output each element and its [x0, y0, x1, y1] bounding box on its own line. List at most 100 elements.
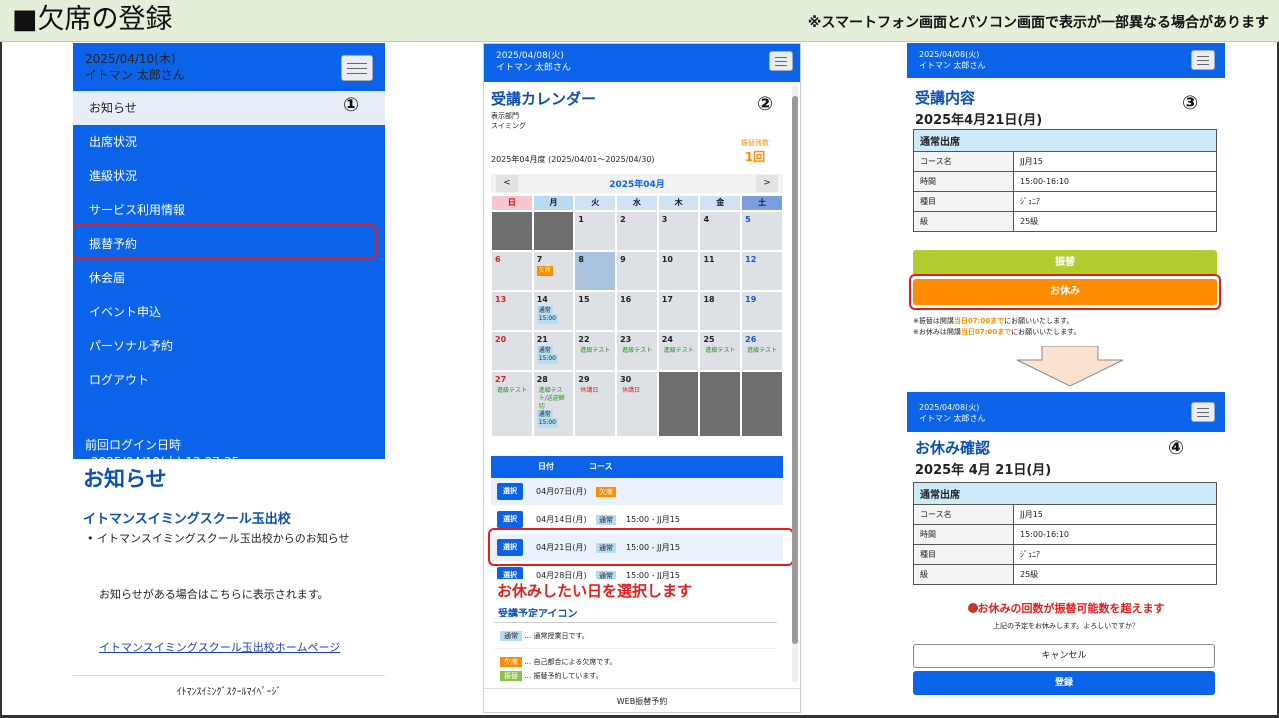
calendar-day[interactable]: 21 通常 15:00 [532, 331, 575, 371]
mypage-screen: 2025/04/10(木) イトマン 太郎さん お知らせ 出席状況 進級状況 サ… [73, 43, 385, 709]
news-title: お知らせ [83, 467, 167, 491]
day-number: 12 [745, 255, 757, 264]
header-user: イトマン 太郎さん [919, 61, 986, 70]
calendar-day[interactable]: 15 [574, 291, 617, 331]
calendar-day[interactable]: 20 [491, 331, 533, 371]
calendar-day[interactable]: 25 進級テスト [699, 331, 742, 371]
last-login-label: 前回ログイン日時 [85, 438, 182, 452]
calendar-day[interactable]: 27 進級テスト [491, 371, 533, 437]
register-button[interactable]: 登録 [913, 671, 1215, 695]
hamburger-menu-button[interactable] [769, 51, 793, 71]
menu-item-attendance[interactable]: 出席状況 [73, 125, 385, 159]
calendar-grid: 日月火水木金土 1 2 3 4 5 6 7 欠席 8 9 10 11 12 13 14 通常 15:00 15 16 1… [491, 195, 783, 437]
header: 2025/04/10(木) イトマン 太郎さん [73, 43, 385, 91]
menu-item-leave[interactable]: 休会届 [73, 261, 385, 295]
day-number: 21 [536, 335, 548, 344]
calendar-day[interactable]: 24 進級テスト [657, 331, 700, 371]
calendar-day[interactable]: 2 [616, 211, 658, 251]
header-date: 2025/04/10(木) [85, 52, 176, 66]
calendar-day [657, 371, 700, 437]
day-number: 27 [495, 375, 507, 384]
menu-item-logout[interactable]: ログアウト [73, 363, 385, 397]
transfer-button[interactable]: 振替 [913, 250, 1217, 276]
highlight-rest [909, 274, 1221, 310]
period: 2025年04月度 (2025/04/01～2025/04/30) [491, 155, 655, 164]
scrollbar[interactable] [792, 86, 798, 682]
calendar-day[interactable]: 28 進級テス ト/送迎締切通常 15:00 [532, 371, 575, 437]
calendar-day[interactable]: 22 進級テスト [574, 331, 617, 371]
menu-item-progress[interactable]: 進級状況 [73, 159, 385, 193]
title-bar: ■欠席の登録 ※スマートフォン画面とパソコン画面で表示が一部異なる場合があります [0, 0, 1279, 42]
calendar-day[interactable]: 7 欠席 [532, 251, 575, 291]
next-month-button[interactable]: > [756, 175, 778, 192]
menu-item-service[interactable]: サービス利用情報 [73, 193, 385, 227]
calendar-day[interactable]: 19 [741, 291, 783, 331]
calendar-day[interactable]: 3 [657, 211, 700, 251]
hamburger-menu-button[interactable] [1191, 402, 1215, 422]
calendar-day[interactable]: 12 [741, 251, 783, 291]
day-number: 19 [745, 295, 757, 304]
calendar-day[interactable]: 8 [574, 251, 617, 291]
header-user: イトマン 太郎さん [919, 414, 986, 423]
calendar-day [741, 371, 783, 437]
homepage-link[interactable]: イトマンスイミングスクール玉出校ホームページ [99, 639, 340, 655]
calendar-day[interactable]: 5 [741, 211, 783, 251]
calendar-day[interactable]: 18 [699, 291, 742, 331]
calendar-title: 受講カレンダー [491, 90, 597, 108]
calendar-day[interactable]: 11 [699, 251, 742, 291]
school-name: イトマンスイミングスクール玉出校 [83, 512, 291, 527]
calendar-day[interactable]: 23 進級テスト [616, 331, 658, 371]
menu-item-event[interactable]: イベント申込 [73, 295, 385, 329]
weekday-header: 木 [657, 195, 700, 211]
calendar-day[interactable]: 16 [616, 291, 658, 331]
menu-item-news[interactable]: お知らせ [73, 91, 385, 125]
icons-title: 受講予定アイコン [498, 609, 578, 617]
day-number: 23 [620, 335, 632, 344]
detail-title: 受講内容 [915, 89, 976, 107]
lesson-table: 通常出席 コース名 JJ月15 時間 15:00-16:10 種目 ｼﾞｭﾆｱ 級 25… [913, 482, 1217, 585]
hamburger-menu-button[interactable] [1191, 50, 1215, 70]
legend-transfer-badge: 振替 [500, 671, 522, 681]
day-number: 2 [620, 215, 626, 224]
calendar-screen: 2025/04/08(火) イトマン 太郎さん 受講カレンダー 表示部門 スイミ… [483, 43, 801, 713]
step-2: ② [757, 93, 774, 115]
dept-label: 表示部門 [491, 112, 519, 120]
step-4: ④ [1168, 437, 1185, 459]
legend: 通常 … 通常授業日です。 欠席 … 自己都合による欠席です。 振替 … 振替予… [494, 622, 777, 683]
cancel-button[interactable]: キャンセル [913, 644, 1215, 668]
day-number: 29 [578, 375, 590, 384]
day-tag: 進級テスト [705, 347, 736, 354]
calendar-day[interactable]: 13 [491, 291, 533, 331]
lesson-date: 2025年4月21日(月) [915, 113, 1043, 128]
news-item[interactable]: • イトマンスイミングスクール玉出校からのお知らせ [87, 530, 350, 546]
hamburger-menu-button[interactable] [341, 55, 373, 81]
scrollbar-thumb[interactable] [792, 96, 798, 644]
day-number: 13 [495, 295, 507, 304]
day-number: 16 [620, 295, 632, 304]
day-tag: 15:00 [536, 314, 558, 324]
day-number: 5 [745, 215, 751, 224]
footer: ｲﾄﾏﾝｽｲﾐﾝｸﾞｽｸｰﾙﾏｲﾍﾟｰｼﾞ [73, 675, 385, 709]
calendar-day [491, 211, 533, 251]
calendar-day[interactable]: 9 [616, 251, 658, 291]
calendar-day [699, 371, 742, 437]
calendar-day[interactable]: 30 休講日 [616, 371, 658, 437]
menu-item-personal[interactable]: パーソナル予約 [73, 329, 385, 363]
day-number: 24 [661, 335, 673, 344]
calendar-day[interactable]: 29 休講日 [574, 371, 617, 437]
calendar-day[interactable]: 10 [657, 251, 700, 291]
day-tag: 進級テスト [497, 387, 528, 394]
calendar-day[interactable]: 17 [657, 291, 700, 331]
row-date: 04月07日(月) [536, 487, 587, 496]
select-button[interactable]: 選択 [497, 483, 523, 500]
confirm-title: お休み確認 [915, 439, 991, 457]
calendar-day[interactable]: 14 通常 15:00 [532, 291, 575, 331]
select-button[interactable]: 選択 [497, 511, 523, 528]
calendar-day[interactable]: 1 [574, 211, 617, 251]
calendar-day[interactable]: 6 [491, 251, 533, 291]
step-1: ① [343, 94, 360, 116]
calendar-day[interactable]: 26 進級テスト [741, 331, 783, 371]
calendar-day[interactable]: 4 [699, 211, 742, 251]
day-tag: 15:00 [536, 354, 558, 364]
day-number: 25 [703, 335, 715, 344]
